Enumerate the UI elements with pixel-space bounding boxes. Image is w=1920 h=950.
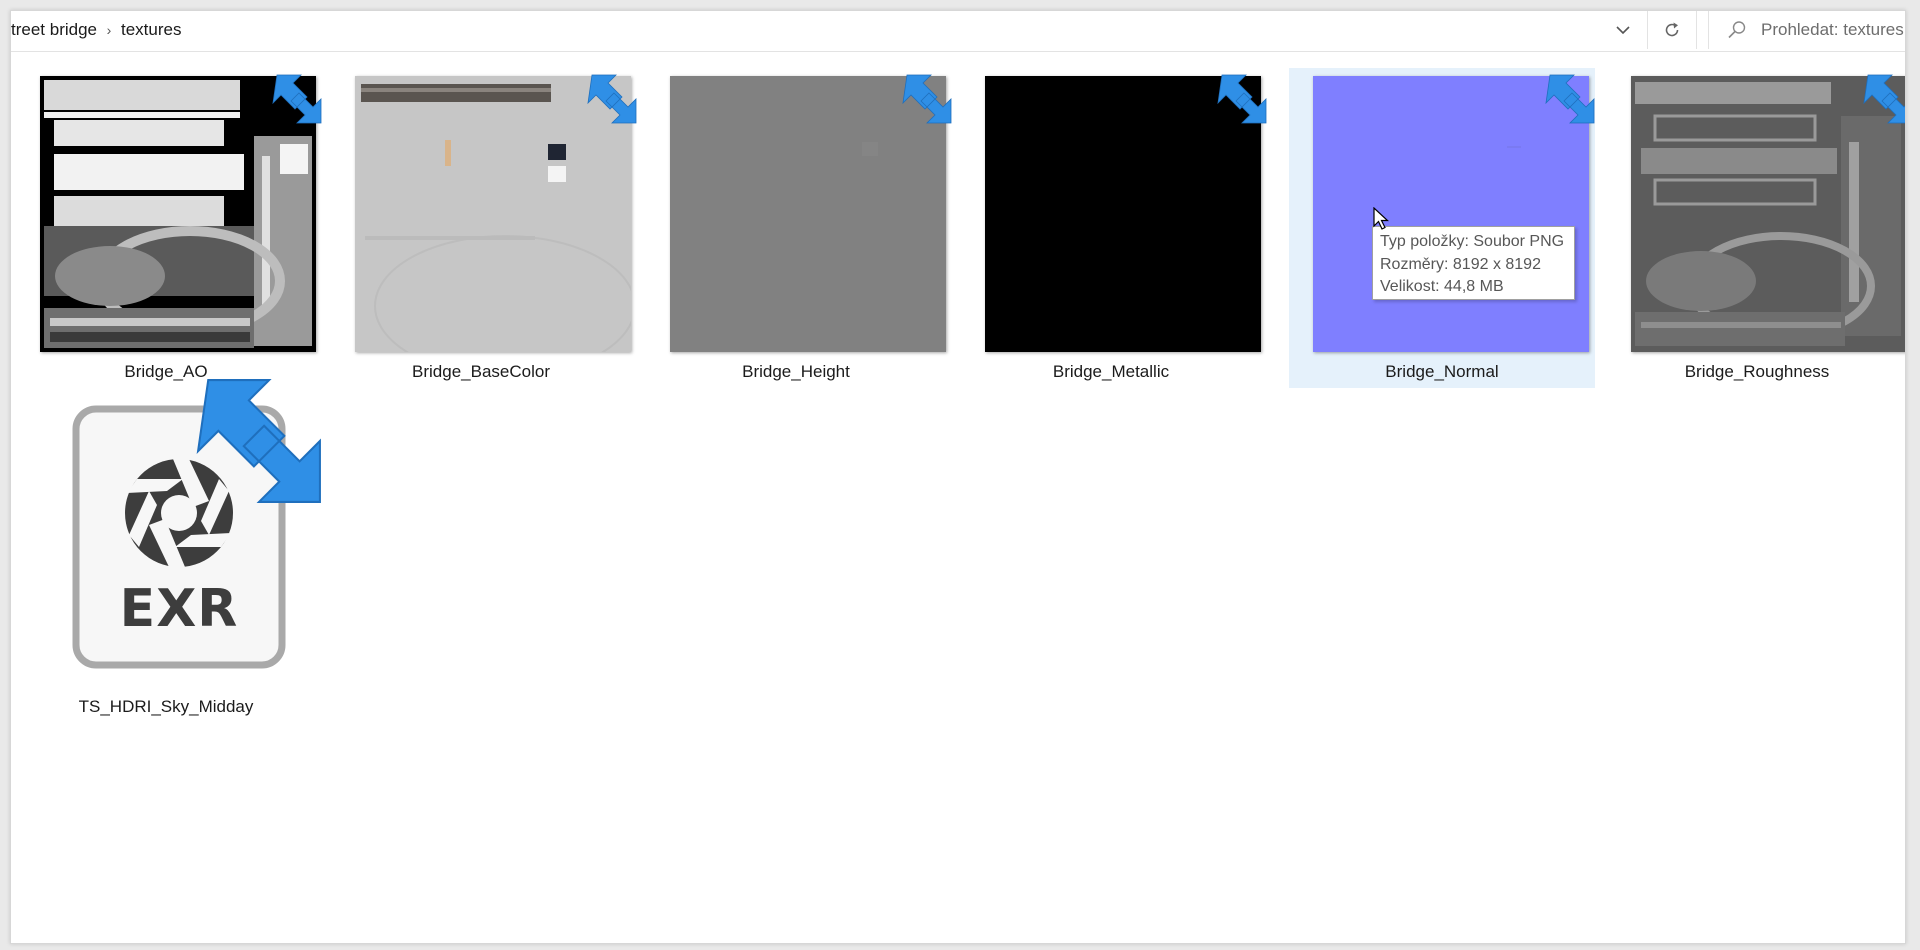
file-name: Bridge_Roughness <box>1684 362 1830 381</box>
breadcrumb-separator-icon[interactable]: › <box>97 22 121 38</box>
mouse-pointer-icon <box>1373 207 1389 230</box>
file-name: Bridge_Metallic <box>1052 362 1170 381</box>
compressed-arrows-icon <box>902 74 952 124</box>
tooltip-size: Velikost: 44,8 MB <box>1380 278 1504 295</box>
refresh-button[interactable] <box>1647 11 1697 49</box>
compressed-arrows-icon <box>587 74 637 124</box>
exr-icon-text: EXR <box>119 579 239 639</box>
history-dropdown-button[interactable] <box>1607 15 1639 45</box>
file-name: Bridge_Height <box>742 362 850 381</box>
file-item[interactable]: Bridge_Metallic <box>958 68 1267 388</box>
search-input[interactable] <box>1761 17 1905 43</box>
chevron-down-icon <box>1616 26 1630 35</box>
breadcrumb-item-current[interactable]: textures <box>121 20 181 40</box>
file-item[interactable]: Bridge_AO <box>13 68 322 388</box>
search-icon <box>1728 21 1746 39</box>
compressed-arrows-icon <box>1545 74 1595 124</box>
breadcrumb[interactable]: treet bridge › textures <box>11 11 1607 49</box>
file-name: Bridge_Normal <box>1385 362 1499 381</box>
compressed-arrows-icon <box>197 379 321 503</box>
breadcrumb-item-parent[interactable]: treet bridge <box>11 20 97 40</box>
explorer-window: treet bridge › textures Prohledat: textu… <box>10 10 1906 944</box>
file-name: TS_HDRI_Sky_Midday <box>78 697 254 716</box>
file-item[interactable]: Bridge_BaseColor <box>328 68 637 388</box>
file-item[interactable]: EXR TS_HDRI_Sky_Midday <box>13 379 321 716</box>
refresh-icon <box>1665 22 1679 37</box>
compressed-arrows-icon <box>1863 74 1905 124</box>
compressed-arrows-icon <box>272 74 322 124</box>
file-item[interactable]: Bridge_Roughness <box>1604 68 1905 388</box>
search-box[interactable] <box>1708 11 1905 49</box>
tooltip-item-type: Typ položky: Soubor PNG <box>1380 233 1565 250</box>
address-bar: treet bridge › textures <box>11 11 1905 52</box>
tooltip-dimensions: Rozměry: 8192 x 8192 <box>1380 255 1541 273</box>
file-name: Bridge_BaseColor <box>412 362 550 381</box>
file-info-tooltip: Typ položky: Soubor PNG Rozměry: 8192 x … <box>1372 226 1575 300</box>
file-item[interactable]: Bridge_Height <box>643 68 952 388</box>
compressed-arrows-icon <box>1217 74 1267 124</box>
